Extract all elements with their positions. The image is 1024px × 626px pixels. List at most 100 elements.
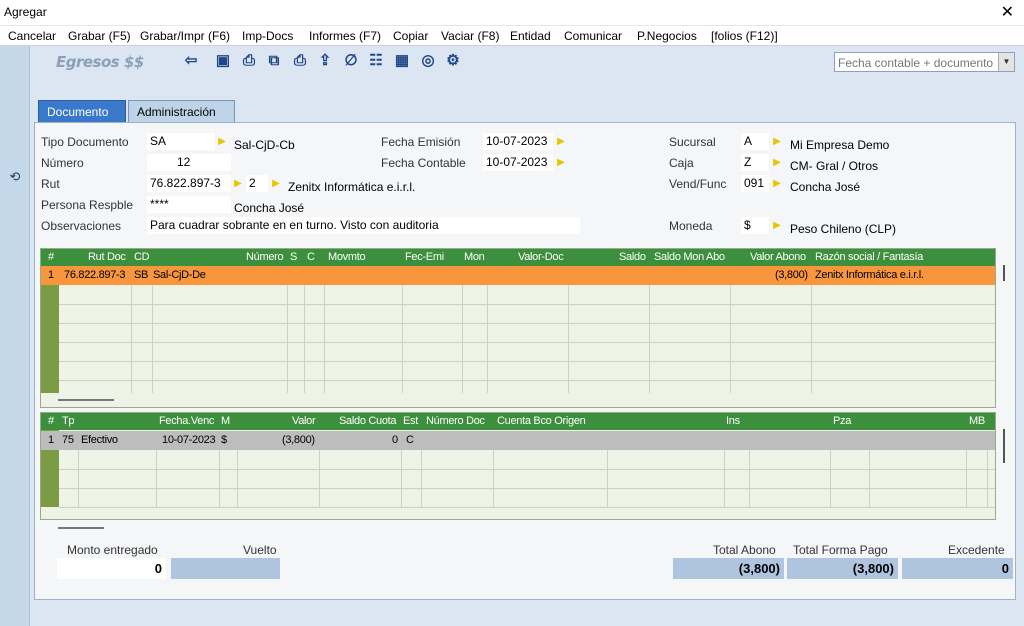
g2-row-m: $ bbox=[221, 434, 227, 446]
menu-grabar[interactable]: Grabar (F5) bbox=[68, 29, 131, 43]
clear-icon[interactable]: ∅ bbox=[341, 51, 361, 71]
sucursal-input[interactable]: A bbox=[741, 133, 769, 150]
g1-col-c[interactable]: C bbox=[307, 251, 315, 263]
fecha-emision-input[interactable]: 10-07-2023 bbox=[483, 133, 553, 150]
payments-grid-hscroll[interactable] bbox=[58, 527, 104, 529]
g2-col-tp[interactable]: Tp bbox=[62, 415, 75, 427]
sort-combo[interactable]: Fecha contable + documento ▼ bbox=[834, 52, 1015, 72]
g1-col-rut[interactable]: Rut Doc bbox=[88, 251, 126, 263]
menu-informes[interactable]: Informes (F7) bbox=[309, 29, 381, 43]
copy-icon[interactable]: ⧉ bbox=[264, 51, 284, 71]
menu-comunicar[interactable]: Comunicar bbox=[564, 29, 622, 43]
tipo-doc-input[interactable]: SA bbox=[147, 133, 215, 150]
documents-grid-hscroll[interactable] bbox=[58, 399, 114, 401]
g2-col-est[interactable]: Est bbox=[403, 415, 418, 427]
g1-col-razon-social[interactable]: Razón social / Fantasía bbox=[815, 251, 923, 263]
persona-input[interactable]: **** bbox=[147, 196, 231, 213]
total-forma-pago-value: (3,800) bbox=[787, 558, 898, 579]
settings-icon[interactable]: ⚙ bbox=[443, 51, 463, 71]
entity-icon[interactable]: ☷ bbox=[366, 51, 386, 71]
window-title: Agregar bbox=[4, 5, 47, 19]
tab-documento[interactable]: Documento bbox=[38, 100, 126, 123]
grid-vline bbox=[78, 450, 79, 508]
menu-cancelar[interactable]: Cancelar bbox=[8, 29, 56, 43]
fecha-contable-picker-icon[interactable]: ▶ bbox=[556, 154, 566, 171]
vend-input[interactable]: 091 bbox=[741, 175, 769, 192]
grid-line bbox=[59, 342, 995, 343]
g1-col-movmto[interactable]: Movmto bbox=[328, 251, 366, 263]
observaciones-input[interactable]: Para cuadrar sobrante en en turno. Visto… bbox=[147, 217, 580, 234]
g1-col-s[interactable]: S bbox=[290, 251, 297, 263]
menu-copiar[interactable]: Copiar bbox=[393, 29, 428, 43]
tipo-doc-lookup-icon[interactable]: ▶ bbox=[217, 133, 227, 150]
grid-vline bbox=[324, 285, 325, 393]
fecha-emision-picker-icon[interactable]: ▶ bbox=[556, 133, 566, 150]
vend-lookup-icon[interactable]: ▶ bbox=[772, 175, 782, 192]
numero-input[interactable]: 12 bbox=[147, 154, 231, 171]
moneda-input[interactable]: $ bbox=[741, 217, 769, 234]
total-abono-label: Total Abono bbox=[713, 543, 776, 557]
chevron-down-icon[interactable]: ▼ bbox=[998, 53, 1014, 71]
g2-col-valor[interactable]: Valor bbox=[292, 415, 316, 427]
g2-col-fecha-venc[interactable]: Fecha.Venc bbox=[159, 415, 214, 427]
g1-col-saldo-mon-abo[interactable]: Saldo Mon Abo bbox=[654, 251, 725, 263]
g2-col-m[interactable]: M bbox=[221, 415, 230, 427]
g1-col-cd[interactable]: CD bbox=[134, 251, 150, 263]
moneda-desc: Peso Chileno (CLP) bbox=[790, 222, 897, 236]
documents-grid-vscroll[interactable] bbox=[1003, 265, 1005, 281]
fecha-contable-input[interactable]: 10-07-2023 bbox=[483, 154, 553, 171]
g2-col-n: # bbox=[48, 415, 54, 427]
save-icon[interactable]: ▣ bbox=[213, 51, 233, 71]
moneda-lookup-icon[interactable]: ▶ bbox=[772, 217, 782, 234]
g1-col-numero[interactable]: Número bbox=[246, 251, 284, 263]
g1-row-cd: SB bbox=[134, 269, 149, 281]
tab-administracion[interactable]: Administración bbox=[128, 100, 235, 123]
g2-col-numero-doc[interactable]: Número Doc bbox=[426, 415, 485, 427]
g1-col-fec-emi[interactable]: Fec-Emi bbox=[405, 251, 444, 263]
rut-dv-lookup-icon[interactable]: ▶ bbox=[271, 175, 281, 192]
g2-col-mb[interactable]: MB bbox=[969, 415, 985, 427]
rut-lookup-icon[interactable]: ▶ bbox=[233, 175, 243, 192]
print-docs-icon[interactable]: ⎙ bbox=[290, 51, 310, 71]
g2-col-saldo-cuota[interactable]: Saldo Cuota bbox=[339, 415, 397, 427]
refresh-icon[interactable]: ⟲ bbox=[6, 168, 24, 186]
grid-line bbox=[59, 361, 995, 362]
vuelto-value bbox=[171, 558, 280, 579]
g1-col-valor-doc[interactable]: Valor-Doc bbox=[518, 251, 564, 263]
grid-icon[interactable]: ▦ bbox=[392, 51, 412, 71]
back-icon[interactable]: ⇦ bbox=[181, 51, 201, 71]
numero-label: Número bbox=[41, 156, 84, 170]
print-icon[interactable]: ⎙ bbox=[239, 51, 259, 71]
g2-col-ins[interactable]: Ins bbox=[726, 415, 740, 427]
rut-dv-input[interactable]: 2 bbox=[246, 175, 268, 192]
caja-lookup-icon[interactable]: ▶ bbox=[772, 154, 782, 171]
table-row[interactable]: 1 76.822.897-3 SB Sal-CjD-De (3,800) Zen… bbox=[41, 266, 995, 285]
grid-vline bbox=[966, 450, 967, 508]
g2-col-cuenta-bco[interactable]: Cuenta Bco Origen bbox=[497, 415, 586, 427]
menu-vaciar[interactable]: Vaciar (F8) bbox=[441, 29, 499, 43]
rut-input[interactable]: 76.822.897-3 bbox=[147, 175, 231, 192]
menu-entidad[interactable]: Entidad bbox=[510, 29, 551, 43]
g1-row-valor-abono: (3,800) bbox=[775, 269, 808, 281]
g1-col-valor-abono[interactable]: Valor Abono bbox=[750, 251, 806, 263]
total-abono-value: (3,800) bbox=[673, 558, 784, 579]
g2-col-pza[interactable]: Pza bbox=[833, 415, 851, 427]
g1-col-saldo[interactable]: Saldo bbox=[619, 251, 646, 263]
menu-folios[interactable]: [folios (F12)] bbox=[711, 29, 778, 43]
sucursal-lookup-icon[interactable]: ▶ bbox=[772, 133, 782, 150]
payments-grid-vscroll[interactable] bbox=[1003, 429, 1005, 463]
caja-input[interactable]: Z bbox=[741, 154, 769, 171]
grid-vline bbox=[152, 285, 153, 393]
menu-imp-docs[interactable]: Imp-Docs bbox=[242, 29, 293, 43]
grid-vline bbox=[987, 450, 988, 508]
export-icon[interactable]: ⇪ bbox=[315, 51, 335, 71]
table-row[interactable]: 1 75 Efectivo 10-07-2023 $ (3,800) 0 C bbox=[41, 431, 995, 450]
moneda-label: Moneda bbox=[669, 219, 713, 233]
menu-grabar-impr[interactable]: Grabar/Impr (F6) bbox=[140, 29, 230, 43]
menu-p-negocios[interactable]: P.Negocios bbox=[637, 29, 697, 43]
message-icon[interactable]: ◎ bbox=[418, 51, 438, 71]
close-icon[interactable]: ✕ bbox=[1001, 2, 1014, 22]
sucursal-desc: Mi Empresa Demo bbox=[790, 138, 890, 152]
monto-entregado-input[interactable]: 0 bbox=[57, 558, 166, 579]
g1-col-mon[interactable]: Mon bbox=[464, 251, 485, 263]
